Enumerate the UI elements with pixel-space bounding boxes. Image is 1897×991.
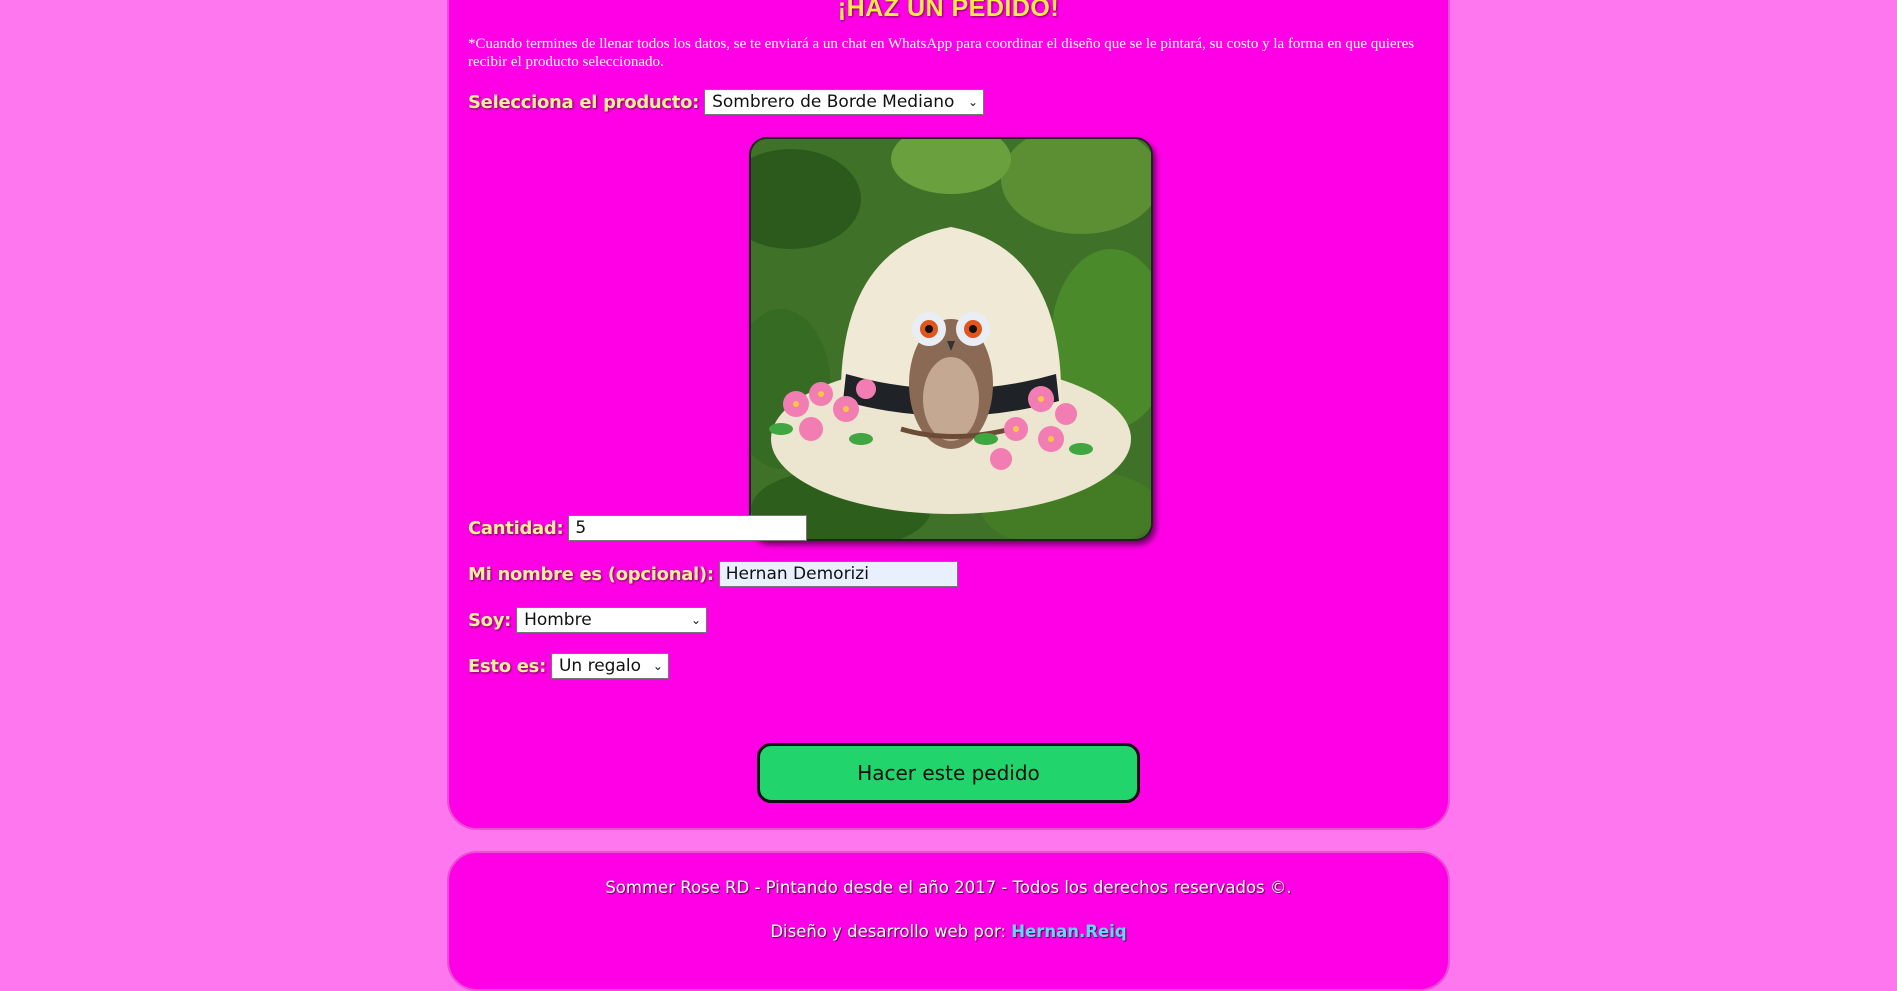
name-row: Mi nombre es (opcional): [468, 561, 958, 587]
name-input[interactable] [718, 561, 958, 587]
gender-select[interactable]: Hombre ⌄ [516, 607, 708, 633]
chevron-down-icon: ⌄ [968, 95, 979, 109]
hat-owl-illustration [751, 139, 1151, 539]
whatsapp-note: *Cuando termines de llenar todos los dat… [468, 36, 1415, 70]
purpose-label: Esto es: [468, 655, 546, 677]
gender-row: Soy: Hombre ⌄ [468, 607, 708, 633]
submit-order-button[interactable]: Hacer este pedido [757, 743, 1140, 803]
product-select-value: Sombrero de Borde Mediano [712, 92, 955, 112]
purpose-row: Esto es: Un regalo ⌄ [468, 653, 669, 679]
footer-panel: Sommer Rose RD - Pintando desde el año 2… [447, 851, 1450, 991]
chevron-down-icon: ⌄ [652, 659, 663, 673]
product-label: Selecciona el producto: [468, 91, 700, 113]
chevron-down-icon: ⌄ [691, 613, 702, 627]
gender-select-value: Hombre [524, 610, 592, 630]
order-panel: ¡HAZ UN PEDIDO! *Cuando termines de llen… [447, 0, 1450, 830]
order-heading: ¡HAZ UN PEDIDO! [837, 0, 1060, 22]
product-select[interactable]: Sombrero de Borde Mediano ⌄ [704, 89, 985, 115]
name-label: Mi nombre es (opcional): [468, 563, 714, 585]
quantity-label: Cantidad: [468, 517, 564, 539]
author-link[interactable]: Hernan.Reiq [1011, 922, 1126, 941]
quantity-input[interactable] [568, 515, 808, 541]
purpose-select-value: Un regalo [558, 656, 641, 676]
product-row: Selecciona el producto: Sombrero de Bord… [468, 89, 985, 115]
product-image [749, 137, 1153, 541]
purpose-select[interactable]: Un regalo ⌄ [550, 653, 669, 679]
footer-credit: Diseño y desarrollo web por: Hernan.Reiq [449, 922, 1448, 941]
footer-copyright: Sommer Rose RD - Pintando desde el año 2… [605, 878, 1292, 897]
gender-label: Soy: [468, 609, 512, 631]
footer-credit-prefix: Diseño y desarrollo web por: [770, 922, 1012, 941]
quantity-row: Cantidad: [468, 515, 808, 541]
